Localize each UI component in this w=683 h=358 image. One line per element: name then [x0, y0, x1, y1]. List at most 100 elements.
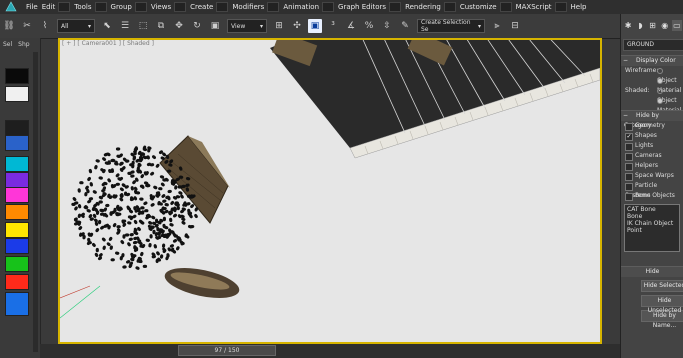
scale-icon[interactable]: ▣ [208, 19, 222, 33]
rollout-display-color[interactable]: − Display Color [621, 55, 683, 66]
percent-snap-icon[interactable]: % [362, 19, 376, 33]
menu-file[interactable]: File [24, 0, 40, 14]
color-swatch[interactable] [5, 187, 29, 203]
menu-customize[interactable]: Customize [458, 0, 514, 14]
rect-selection-icon[interactable]: ⬚ [136, 19, 150, 33]
menu-animation[interactable]: Animation [281, 0, 336, 14]
shapes-checkbox[interactable]: ✓ [625, 133, 633, 141]
time-slider[interactable]: 97 / 150 [178, 345, 276, 356]
tab-sel[interactable]: Sel [0, 41, 15, 48]
modifiers-dropdown[interactable] [267, 2, 280, 12]
menu-graph-editors[interactable]: Graph Editors [336, 0, 403, 14]
color-swatch[interactable] [5, 222, 29, 238]
color-swatch[interactable] [5, 204, 29, 220]
category-shapes[interactable]: ✓ Shapes [621, 131, 683, 141]
list-item[interactable]: Bone [627, 213, 677, 220]
hide-selected-button[interactable]: Hide Selected [641, 280, 683, 292]
color-swatch[interactable] [5, 172, 29, 188]
bone-type-list[interactable]: CAT Bone Bone IK Chain Object Point [624, 204, 680, 252]
unlink-icon[interactable]: ✂ [20, 19, 34, 33]
customize-dropdown[interactable] [499, 2, 512, 12]
particle-systems-checkbox[interactable] [625, 183, 633, 191]
viewport-label[interactable]: [ + ] [ Camera001 ] [ Shaded ] [62, 40, 154, 47]
edit-named-selection-icon[interactable]: ✎ [398, 19, 412, 33]
edit-dropdown[interactable] [58, 2, 71, 12]
menu-edit[interactable]: Edit [40, 0, 73, 14]
color-swatch[interactable] [5, 292, 29, 316]
rollout-hide[interactable]: Hide [621, 266, 683, 277]
spinner-snap-icon[interactable]: ⇳ [380, 19, 394, 33]
category-cameras[interactable]: Cameras [621, 151, 683, 161]
group-dropdown[interactable] [134, 2, 147, 12]
category-geometry[interactable]: Geometry [621, 121, 683, 131]
tab-shp[interactable]: Shp [15, 41, 32, 48]
display-tab-icon[interactable]: ▭ [671, 19, 683, 31]
menu-group[interactable]: Group [109, 0, 149, 14]
select-manipulate-icon[interactable]: ✣ [290, 19, 304, 33]
rendering-dropdown[interactable] [443, 2, 456, 12]
app-logo-icon[interactable] [4, 1, 18, 13]
create-tab-icon[interactable]: ✱ [623, 20, 633, 31]
shaded-object-radio[interactable] [657, 87, 663, 94]
menu-tools[interactable]: Tools [72, 0, 108, 14]
category-bone-objects[interactable]: Bone Objects [621, 191, 683, 201]
rotate-icon[interactable]: ↻ [190, 19, 204, 33]
color-swatch[interactable] [5, 68, 29, 84]
category-lights[interactable]: Lights [621, 141, 683, 151]
tools-dropdown[interactable] [94, 2, 107, 12]
category-helpers[interactable]: Helpers [621, 161, 683, 171]
select-by-name-icon[interactable]: ☰ [118, 19, 132, 33]
space-warps-checkbox[interactable] [625, 173, 633, 181]
color-swatch[interactable] [5, 156, 29, 172]
hide-unselected-button[interactable]: Hide Unselected [641, 295, 683, 314]
color-swatch[interactable] [5, 135, 29, 151]
select-object-icon[interactable]: ⬉ [100, 19, 114, 33]
animation-dropdown[interactable] [322, 2, 335, 12]
cameras-checkbox[interactable] [625, 153, 633, 161]
wireframe-object-radio[interactable] [657, 67, 663, 74]
list-item[interactable]: Point [627, 227, 677, 234]
object-name-field[interactable]: GROUND [623, 39, 683, 51]
wireframe-material-radio[interactable] [657, 77, 663, 84]
pivot-icon[interactable]: ⊞ [272, 19, 286, 33]
keyboard-shortcut-override-icon[interactable]: ▣ [308, 19, 322, 33]
color-swatch[interactable] [5, 274, 29, 290]
hierarchy-tab-icon[interactable]: ⊞ [647, 20, 657, 31]
panel-scrollbar[interactable] [33, 52, 38, 352]
reference-coordinate-dropdown[interactable]: View ▾ [227, 19, 267, 33]
move-icon[interactable]: ✥ [172, 19, 186, 33]
bind-space-warp-icon[interactable]: ⌇ [38, 19, 52, 33]
graph-editors-dropdown[interactable] [389, 2, 402, 12]
list-item[interactable]: IK Chain Object [627, 220, 677, 227]
views-dropdown[interactable] [174, 2, 187, 12]
create-dropdown[interactable] [216, 2, 229, 12]
list-item[interactable]: CAT Bone [627, 206, 677, 213]
menu-views[interactable]: Views [149, 0, 188, 14]
motion-tab-icon[interactable]: ◉ [660, 20, 670, 31]
window-crossing-icon[interactable]: ⧉ [154, 19, 168, 33]
angle-snap-icon[interactable]: ∡ [344, 19, 358, 33]
shaded-material-radio[interactable] [657, 97, 663, 104]
color-swatch[interactable] [5, 120, 29, 136]
menu-help[interactable]: Help [569, 0, 589, 14]
helpers-checkbox[interactable] [625, 163, 633, 171]
category-space-warps[interactable]: Space Warps [621, 171, 683, 181]
maxscript-dropdown[interactable] [554, 2, 567, 12]
color-swatch[interactable] [5, 238, 29, 254]
selection-filter-dropdown[interactable]: All ▾ [57, 19, 95, 33]
snaps-toggle-icon[interactable]: ³ [326, 19, 340, 33]
perspective-viewport[interactable]: [ + ] [ Camera001 ] [ Shaded ] [60, 38, 600, 344]
color-swatch[interactable] [5, 86, 29, 102]
color-swatch[interactable] [5, 256, 29, 272]
bone-objects-checkbox[interactable] [625, 193, 633, 201]
menu-create[interactable]: Create [188, 0, 230, 14]
align-icon[interactable]: ⊟ [508, 19, 522, 33]
menu-modifiers[interactable]: Modifiers [230, 0, 281, 14]
mirror-icon[interactable]: ⫸ [490, 19, 504, 33]
named-selection-set-dropdown[interactable]: Create Selection Se ▾ [417, 19, 485, 33]
link-icon[interactable]: ⛓ [2, 19, 16, 33]
menu-maxscript[interactable]: MAXScript [514, 0, 569, 14]
rollout-hide-by-category[interactable]: − Hide by Category [621, 110, 683, 129]
lights-checkbox[interactable] [625, 143, 633, 151]
category-particle-systems[interactable]: Particle Systems [621, 181, 683, 199]
